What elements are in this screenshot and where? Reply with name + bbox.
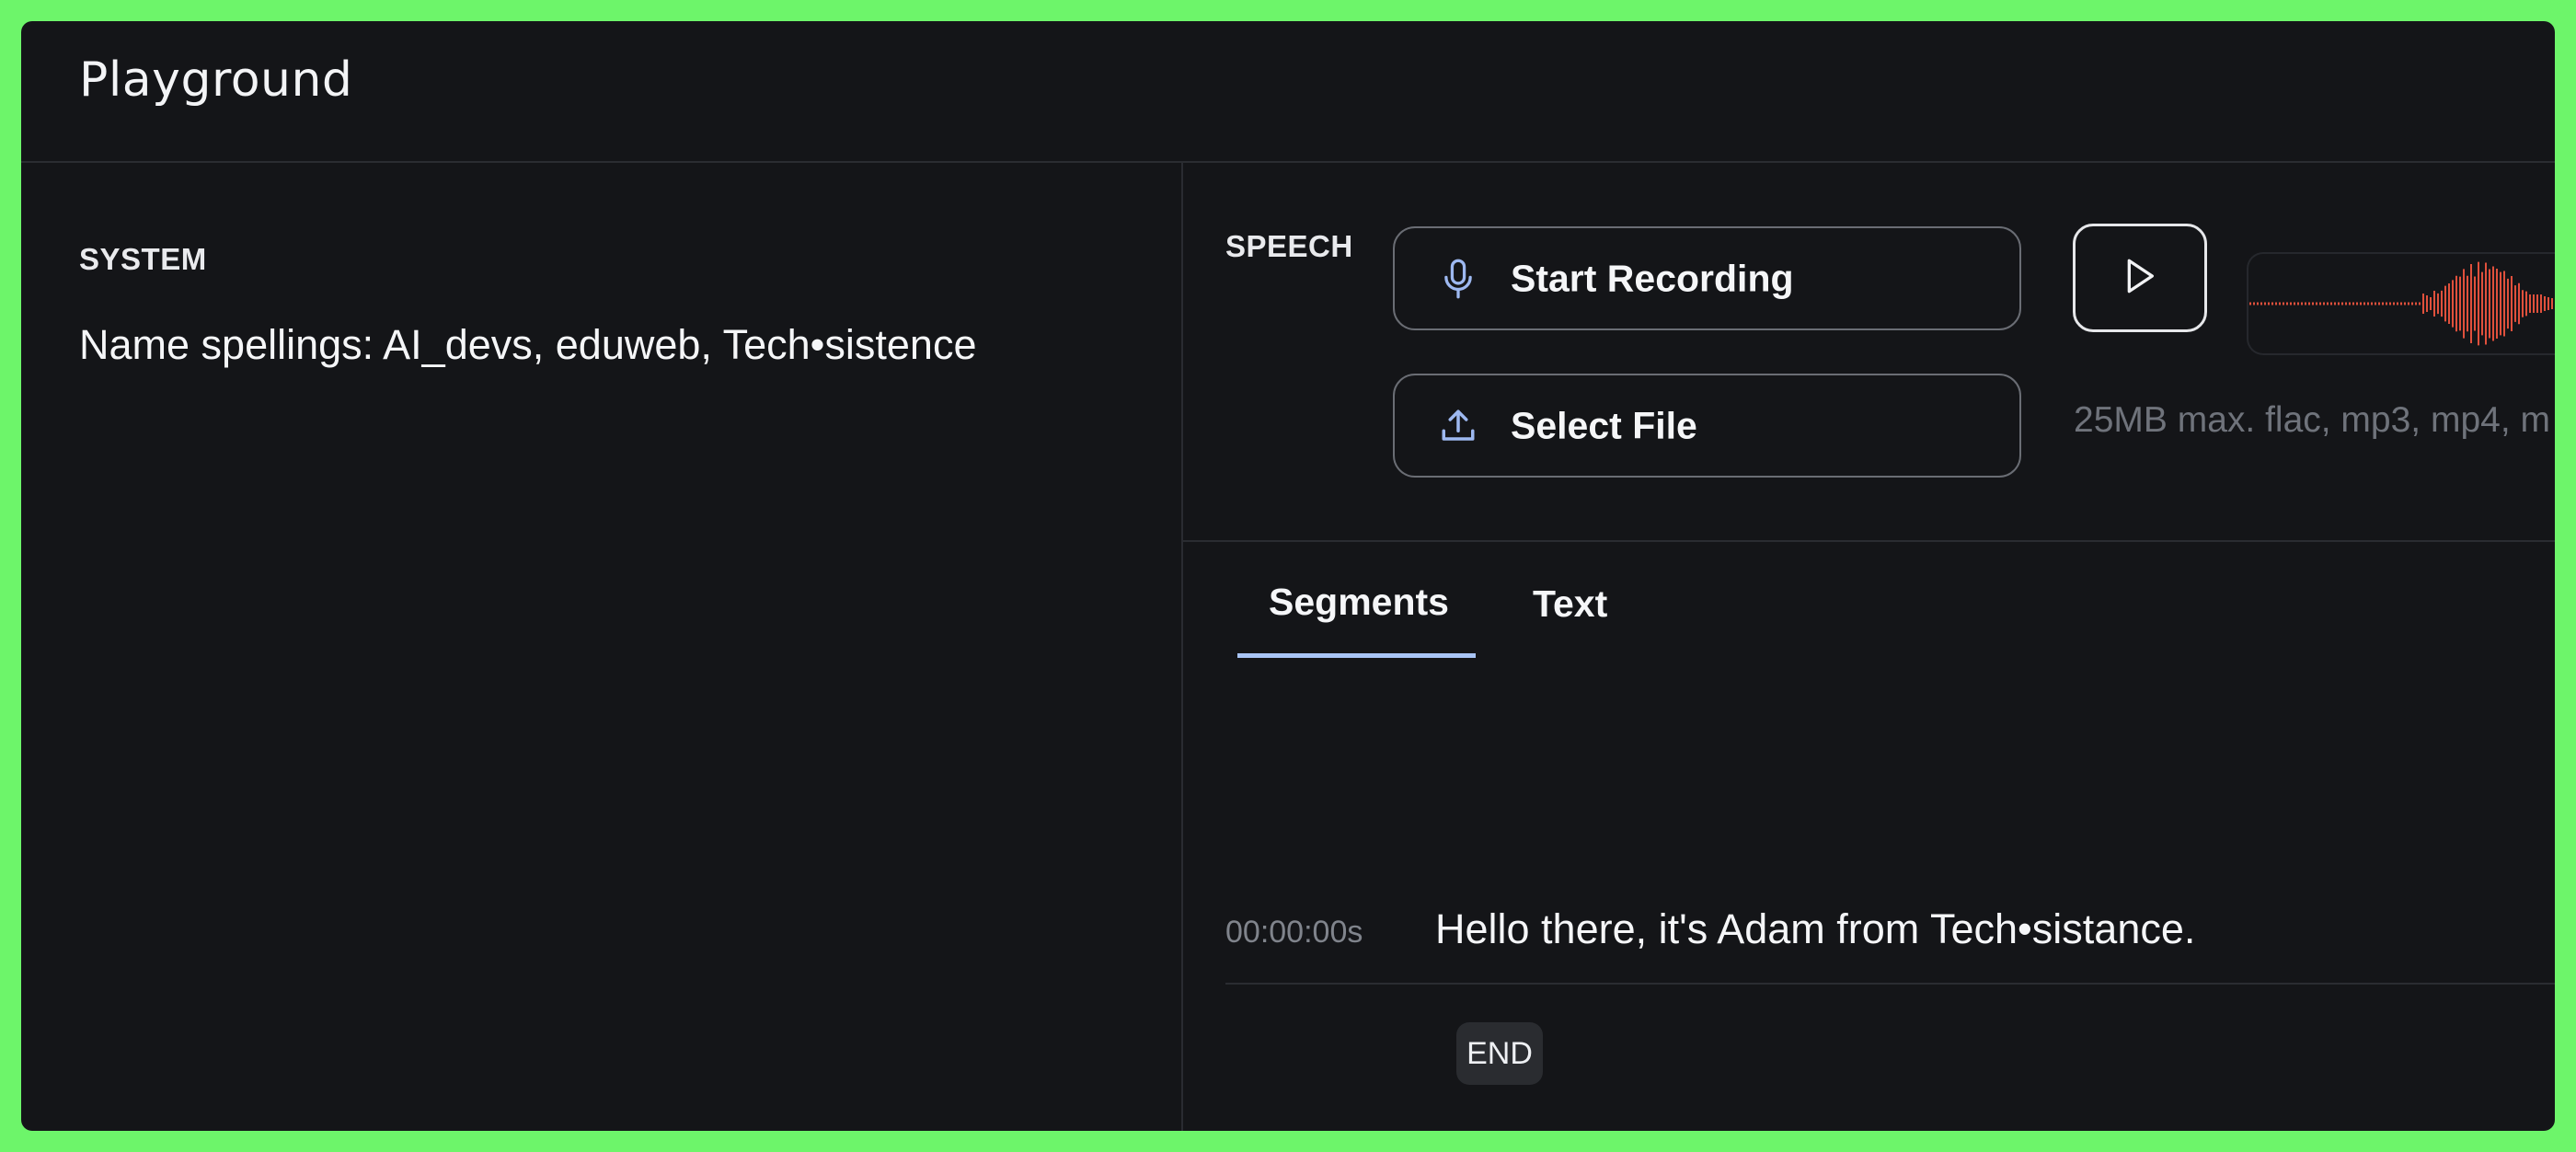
segment-text: Hello there, it's Adam from Tech•sistanc… <box>1435 905 2196 952</box>
segment-timestamp: 00:00:00s <box>1225 915 1363 950</box>
system-label: SYSTEM <box>79 242 207 276</box>
file-size-hint: 25MB max. flac, mp3, mp4, m <box>2074 400 2550 440</box>
system-panel: SYSTEM Name spellings: AI_devs, eduweb, … <box>21 163 1183 1131</box>
system-prompt-text[interactable]: Name spellings: AI_devs, eduweb, Tech•si… <box>79 321 976 369</box>
tab-text[interactable]: Text <box>1533 542 1662 658</box>
page-title: Playground <box>79 52 353 108</box>
tab-segments[interactable]: Segments <box>1237 542 1476 658</box>
select-file-label: Select File <box>1511 404 1697 446</box>
end-badge: END <box>1456 1022 1543 1085</box>
play-icon <box>2122 256 2158 301</box>
header: Playground <box>21 21 2555 163</box>
active-tab-indicator <box>1237 653 1476 658</box>
speech-section: SPEECH Start Recording Select File 25MB … <box>1183 163 2555 542</box>
speech-label: SPEECH <box>1225 229 1353 263</box>
start-recording-button[interactable]: Start Recording <box>1393 226 2021 330</box>
result-tabs: Segments Text <box>1183 542 2555 662</box>
start-recording-label: Start Recording <box>1511 257 1794 299</box>
microphone-icon <box>1437 258 1479 300</box>
tab-text-label: Text <box>1533 582 1608 625</box>
play-button[interactable] <box>2073 224 2207 332</box>
select-file-button[interactable]: Select File <box>1393 374 2021 478</box>
speech-panel: SPEECH Start Recording Select File 25MB … <box>1183 163 2555 1131</box>
upload-icon <box>1437 405 1479 447</box>
tab-segments-label: Segments <box>1269 581 1449 623</box>
playground-window: Playground SYSTEM Name spellings: AI_dev… <box>21 21 2555 1131</box>
audio-waveform[interactable] <box>2247 252 2555 355</box>
segment-row: 00:00:00s Hello there, it's Adam from Te… <box>1225 834 2555 985</box>
